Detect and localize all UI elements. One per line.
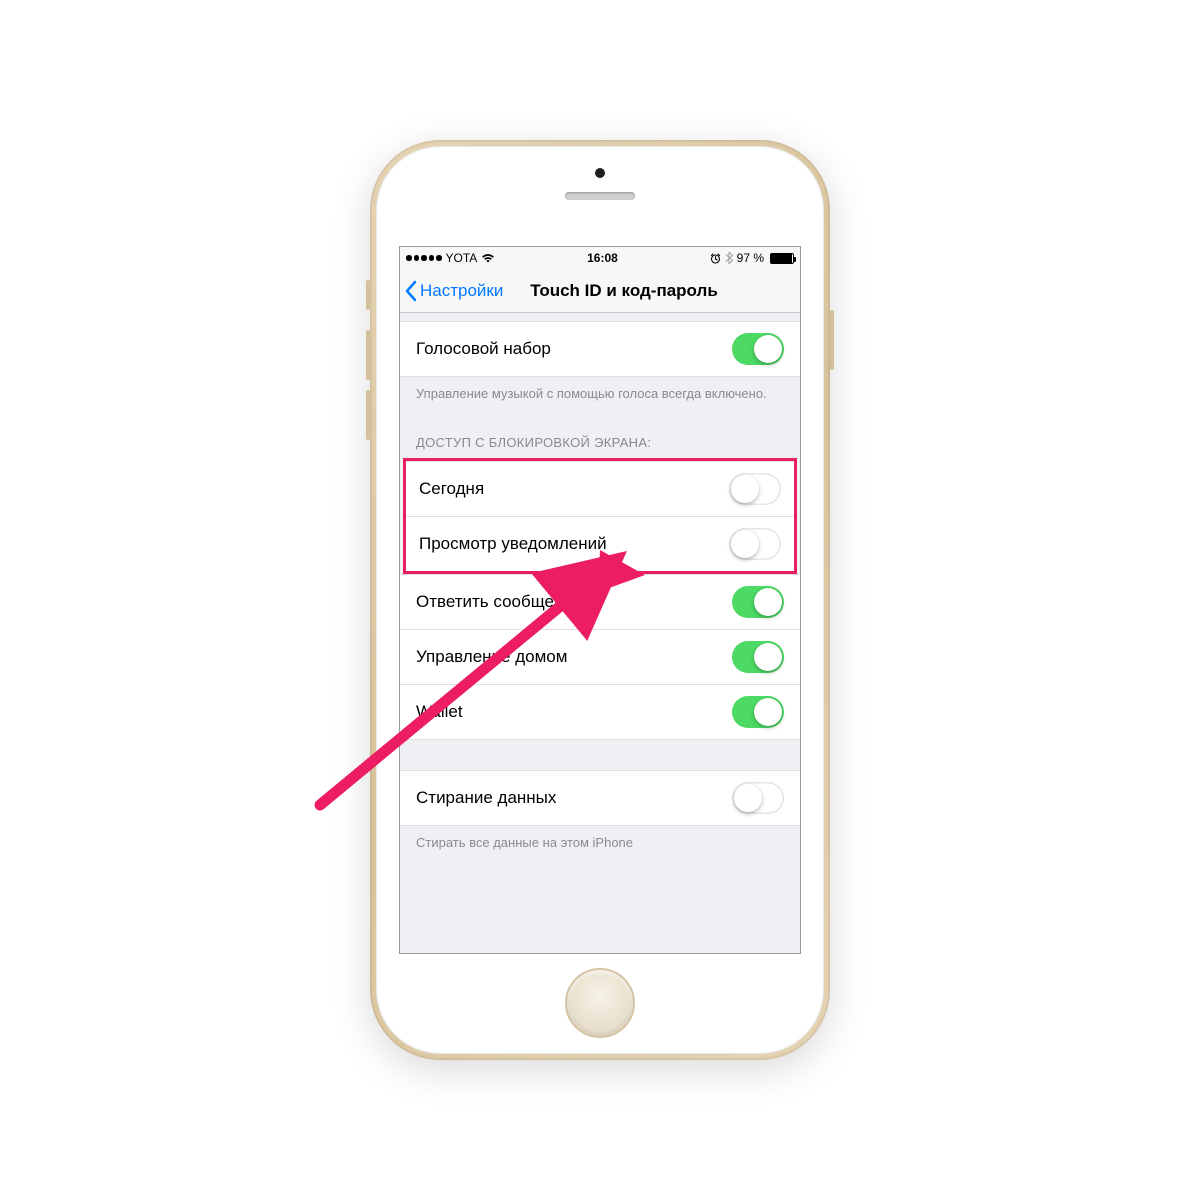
voice-dial-toggle[interactable] bbox=[732, 333, 784, 365]
today-row: Сегодня bbox=[406, 461, 794, 517]
phone-frame: YOTA 16:08 97 % bbox=[370, 140, 830, 1060]
volume-down-button bbox=[366, 390, 370, 440]
notifications-view-label: Просмотр уведомлений bbox=[419, 534, 607, 554]
battery-percent-label: 97 % bbox=[737, 251, 764, 265]
home-button[interactable] bbox=[565, 968, 635, 1038]
erase-data-toggle[interactable] bbox=[732, 782, 784, 814]
home-control-label: Управление домом bbox=[416, 647, 567, 667]
wallet-row: Wallet bbox=[400, 685, 800, 740]
voice-dial-row: Голосовой набор bbox=[400, 321, 800, 377]
wallet-label: Wallet bbox=[416, 702, 463, 722]
notifications-view-row: Просмотр уведомлений bbox=[406, 517, 794, 571]
erase-data-label: Стирание данных bbox=[416, 788, 556, 808]
back-button[interactable]: Настройки bbox=[400, 280, 503, 302]
signal-strength-icon bbox=[406, 255, 442, 261]
battery-icon bbox=[770, 253, 794, 264]
reply-message-label: Ответить сообщением bbox=[416, 592, 594, 612]
mute-switch bbox=[366, 280, 370, 310]
back-label: Настройки bbox=[420, 281, 503, 301]
wifi-icon bbox=[481, 253, 495, 263]
home-control-row: Управление домом bbox=[400, 630, 800, 685]
navigation-bar: Настройки Touch ID и код-пароль bbox=[400, 269, 800, 313]
power-button bbox=[830, 310, 834, 370]
voice-dial-footer: Управление музыкой с помощью голоса всег… bbox=[400, 377, 800, 415]
volume-up-button bbox=[366, 330, 370, 380]
wallet-toggle[interactable] bbox=[732, 696, 784, 728]
home-control-toggle[interactable] bbox=[732, 641, 784, 673]
reply-message-row: Ответить сообщением bbox=[400, 574, 800, 630]
screen: YOTA 16:08 97 % bbox=[399, 246, 801, 954]
lock-access-header: ДОСТУП С БЛОКИРОВКОЙ ЭКРАНА: bbox=[400, 415, 800, 458]
erase-data-footer: Стирать все данные на этом iPhone bbox=[400, 826, 800, 856]
highlight-annotation: Сегодня Просмотр уведомлений bbox=[403, 458, 797, 574]
alarm-icon bbox=[710, 253, 721, 264]
settings-list[interactable]: Голосовой набор Управление музыкой с пом… bbox=[400, 313, 800, 953]
today-label: Сегодня bbox=[419, 479, 484, 499]
notifications-view-toggle[interactable] bbox=[729, 528, 781, 560]
chevron-left-icon bbox=[404, 280, 417, 302]
erase-data-row: Стирание данных bbox=[400, 770, 800, 826]
status-bar: YOTA 16:08 97 % bbox=[400, 247, 800, 269]
earpiece-speaker bbox=[565, 192, 635, 200]
today-toggle[interactable] bbox=[729, 473, 781, 505]
reply-message-toggle[interactable] bbox=[732, 586, 784, 618]
clock-label: 16:08 bbox=[587, 251, 618, 265]
carrier-label: YOTA bbox=[446, 251, 478, 265]
voice-dial-label: Голосовой набор bbox=[416, 339, 551, 359]
front-camera bbox=[595, 168, 605, 178]
bluetooth-icon bbox=[725, 252, 733, 264]
